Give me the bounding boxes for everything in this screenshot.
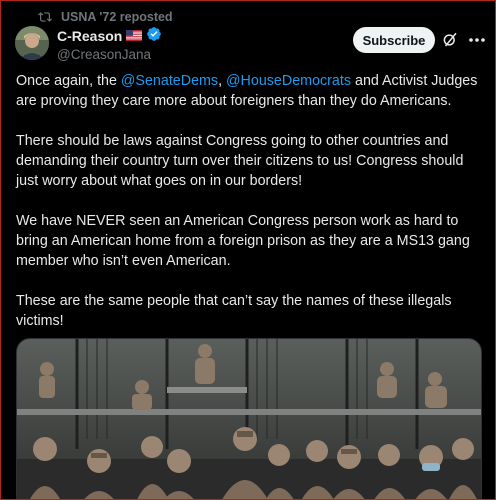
- mention-housedemocrats-link[interactable]: @HouseDemocrats: [226, 73, 351, 89]
- text-segment: Once again, the: [16, 73, 121, 89]
- tweet-paragraph-1: Once again, the @SenateDems, @HouseDemoc…: [16, 71, 486, 111]
- subscribe-button[interactable]: Subscribe: [353, 27, 435, 53]
- avatar[interactable]: [15, 26, 49, 60]
- grok-icon[interactable]: [441, 31, 459, 49]
- tweet-paragraph-4: These are the same people that can’t say…: [16, 293, 452, 329]
- repost-indicator[interactable]: USNA '72 reposted: [37, 9, 173, 25]
- us-flag-icon: [126, 28, 143, 45]
- author-name[interactable]: C-Reason: [57, 28, 122, 45]
- repost-icon: [38, 12, 52, 22]
- more-options-icon[interactable]: [467, 31, 487, 49]
- verified-badge-icon[interactable]: [146, 26, 162, 46]
- tweet-media-photo[interactable]: [16, 338, 482, 499]
- author-name-row: C-Reason: [57, 26, 162, 46]
- tweet-paragraph-3: We have NEVER seen an American Congress …: [16, 213, 470, 269]
- prison-photo: [17, 339, 481, 499]
- text-segment: ,: [218, 73, 227, 89]
- tweet-text: Once again, the @SenateDems, @HouseDemoc…: [16, 71, 486, 351]
- tweet-card: USNA '72 reposted C-Reason @CreasonJana …: [0, 0, 496, 500]
- mention-senatedems-link[interactable]: @SenateDems: [121, 73, 218, 89]
- author-block: C-Reason @CreasonJana: [57, 26, 162, 63]
- avatar-image: [15, 26, 49, 60]
- author-handle[interactable]: @CreasonJana: [57, 46, 162, 63]
- repost-label: USNA '72 reposted: [61, 10, 173, 24]
- tweet-paragraph-2: There should be laws against Congress go…: [16, 133, 464, 189]
